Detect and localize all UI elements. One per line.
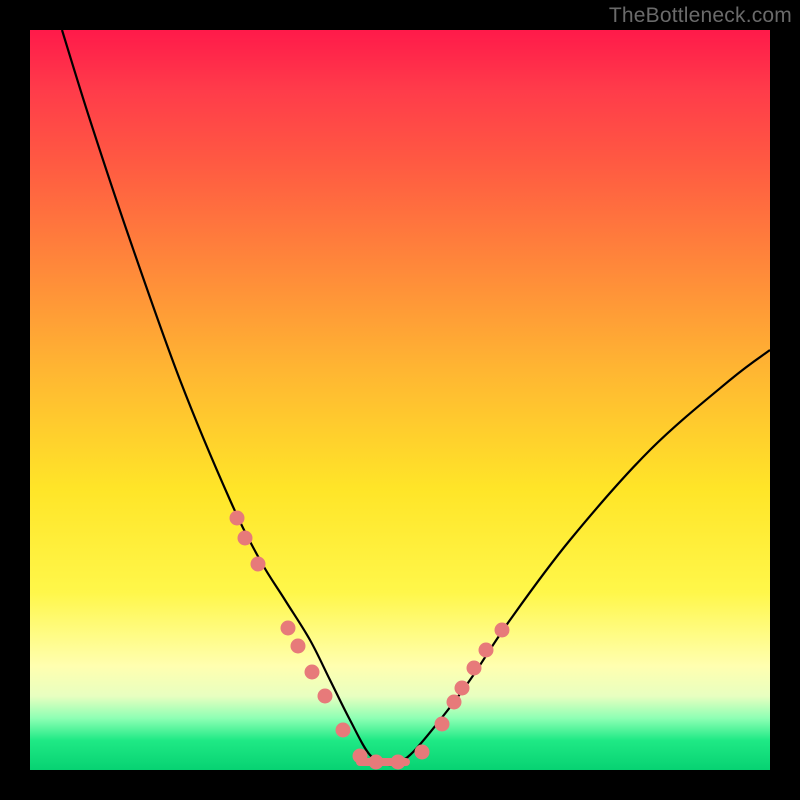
marker-dot: [435, 717, 450, 732]
marker-dot: [415, 745, 430, 760]
marker-dot: [318, 689, 333, 704]
marker-dot: [369, 755, 384, 770]
marker-dot: [447, 695, 462, 710]
marker-dot: [230, 511, 245, 526]
marker-dots: [230, 511, 510, 770]
marker-dot: [291, 639, 306, 654]
watermark-text: TheBottleneck.com: [609, 4, 792, 28]
marker-dot: [455, 681, 470, 696]
marker-dot: [336, 723, 351, 738]
marker-dot: [495, 623, 510, 638]
marker-dot: [251, 557, 266, 572]
marker-dot: [391, 755, 406, 770]
marker-dot: [238, 531, 253, 546]
bottleneck-curve: [62, 30, 770, 765]
marker-dot: [479, 643, 494, 658]
plot-area: [30, 30, 770, 770]
chart-svg: [30, 30, 770, 770]
marker-dot: [281, 621, 296, 636]
marker-dot: [305, 665, 320, 680]
outer-frame: TheBottleneck.com: [0, 0, 800, 800]
marker-dot: [353, 749, 368, 764]
marker-dot: [467, 661, 482, 676]
